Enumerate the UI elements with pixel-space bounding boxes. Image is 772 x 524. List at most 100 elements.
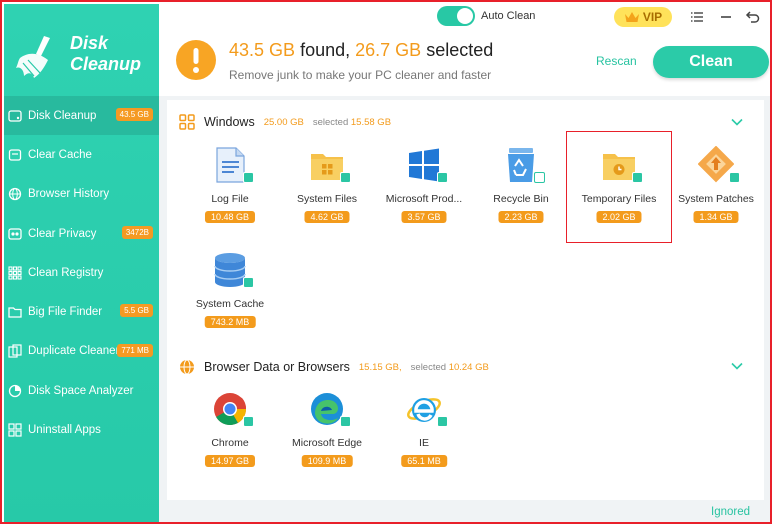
sidebar-item-browser-history[interactable]: Browser History bbox=[4, 175, 159, 214]
globe-section-icon bbox=[180, 359, 194, 375]
found-size: 43.5 GB bbox=[229, 40, 296, 60]
tile-system-files[interactable]: System Files 4.62 GB bbox=[280, 140, 374, 240]
scan-result-headline: 43.5 GB found, 26.7 GB selected bbox=[229, 40, 493, 61]
windows-section-selected: selected 15.58 GB bbox=[313, 117, 391, 128]
tile-name: System Cache bbox=[195, 298, 265, 310]
checkbox-checked[interactable] bbox=[243, 172, 254, 183]
checkbox-checked[interactable] bbox=[437, 172, 448, 183]
sidebar-item-label: Big File Finder bbox=[28, 306, 103, 319]
folder-icon bbox=[8, 307, 22, 318]
app-logo: Disk Cleanup bbox=[14, 30, 154, 82]
crown-icon bbox=[624, 12, 639, 22]
browsers-section-title: Browser Data or Browsers bbox=[204, 360, 350, 374]
tile-microsoft-products[interactable]: Microsoft Prod... 3.57 GB bbox=[377, 140, 471, 240]
sidebar-item-clear-privacy[interactable]: Clear Privacy 3472B bbox=[4, 214, 159, 253]
vip-button[interactable]: VIP bbox=[614, 7, 672, 27]
tile-size-badge: 10.48 GB bbox=[204, 211, 256, 223]
checkbox-unchecked[interactable] bbox=[534, 172, 545, 183]
rescan-link[interactable]: Rescan bbox=[596, 54, 637, 68]
tile-size-badge: 2.02 GB bbox=[596, 211, 642, 223]
auto-clean-toggle[interactable] bbox=[437, 6, 475, 26]
app-title-line1: Disk bbox=[70, 33, 109, 53]
tile-microsoft-edge[interactable]: Microsoft Edge 109.9 MB bbox=[280, 384, 374, 484]
tile-recycle-bin[interactable]: Recycle Bin 2.23 GB bbox=[474, 140, 568, 240]
windows-grid-icon bbox=[179, 114, 195, 130]
back-arrow-icon[interactable] bbox=[745, 9, 761, 25]
tile-name: System Files bbox=[296, 193, 358, 205]
windows-selected-prefix: selected bbox=[312, 116, 349, 128]
grid-icon bbox=[8, 266, 22, 280]
tile-system-cache[interactable]: System Cache 743.2 MB bbox=[183, 245, 277, 345]
chevron-down-icon[interactable] bbox=[729, 358, 745, 374]
checkbox-checked[interactable] bbox=[340, 172, 351, 183]
tile-log-file[interactable]: Log File 10.48 GB bbox=[183, 140, 277, 240]
browsers-section-size: 15.15 GB, bbox=[358, 361, 402, 373]
globe-icon bbox=[8, 188, 22, 201]
sidebar-item-uninstall-apps[interactable]: Uninstall Apps bbox=[4, 410, 159, 449]
tile-ie[interactable]: IE 65.1 MB bbox=[377, 384, 471, 484]
checkbox-checked[interactable] bbox=[729, 172, 740, 183]
sidebar-item-big-file-finder[interactable]: Big File Finder 5.5 GB bbox=[4, 292, 159, 331]
checkbox-checked[interactable] bbox=[243, 277, 254, 288]
tile-size-badge: 4.62 GB bbox=[304, 211, 350, 223]
selected-size: 26.7 GB bbox=[355, 40, 422, 60]
sidebar-item-clear-cache[interactable]: Clear Cache bbox=[4, 135, 159, 174]
warning-icon bbox=[176, 40, 216, 80]
apps-icon bbox=[8, 423, 22, 437]
chevron-down-icon[interactable] bbox=[729, 114, 745, 130]
duplicate-icon bbox=[8, 344, 22, 359]
windows-selected-size: 15.58 GB bbox=[350, 116, 392, 128]
windows-section-title: Windows bbox=[204, 115, 255, 129]
checkbox-checked[interactable] bbox=[243, 416, 254, 427]
tile-size-badge: 743.2 MB bbox=[204, 316, 256, 328]
sidebar-item-label: Duplicate Cleaner bbox=[28, 345, 120, 358]
windows-section-size: 25.00 GB bbox=[263, 116, 304, 128]
tile-chrome[interactable]: Chrome 14.97 GB bbox=[183, 384, 277, 484]
minimize-icon[interactable] bbox=[718, 9, 734, 25]
sidebar-item-label: Uninstall Apps bbox=[28, 424, 101, 437]
tile-size-badge: 3.57 GB bbox=[401, 211, 447, 223]
scan-result-subtitle: Remove junk to make your PC cleaner and … bbox=[229, 68, 492, 82]
selected-label: selected bbox=[426, 40, 494, 60]
windows-section-header[interactable]: Windows 25.00 GB selected 15.58 GB bbox=[179, 112, 391, 132]
vip-label: VIP bbox=[642, 10, 663, 24]
checkbox-checked[interactable] bbox=[340, 416, 351, 427]
sidebar-item-label: Clear Cache bbox=[28, 148, 92, 161]
menu-list-icon[interactable] bbox=[689, 9, 705, 25]
sidebar-item-badge: 3472B bbox=[121, 225, 153, 239]
sidebar-item-badge: 5.5 GB bbox=[120, 304, 153, 318]
tile-name: Temporary Files bbox=[581, 193, 657, 205]
disk-icon bbox=[8, 109, 22, 122]
analyzer-icon bbox=[8, 384, 22, 397]
sidebar-item-disk-space-analyzer[interactable]: Disk Space Analyzer bbox=[4, 371, 159, 410]
tile-system-patches[interactable]: System Patches 1.34 GB bbox=[669, 140, 763, 240]
sidebar-item-duplicate-cleaner[interactable]: Duplicate Cleaner 771 MB bbox=[4, 332, 159, 371]
broom-logo-icon bbox=[16, 36, 50, 78]
sidebar-item-clean-registry[interactable]: Clean Registry bbox=[4, 253, 159, 292]
tile-size-badge: 65.1 MB bbox=[401, 455, 447, 467]
tile-name: Microsoft Edge bbox=[291, 437, 363, 449]
sidebar-item-label: Disk Space Analyzer bbox=[28, 384, 134, 397]
checkbox-checked[interactable] bbox=[632, 172, 643, 183]
sidebar-item-badge: 771 MB bbox=[117, 343, 153, 357]
browsers-section-header[interactable]: Browser Data or Browsers 15.15 GB, selec… bbox=[179, 357, 489, 377]
tile-size-badge: 14.97 GB bbox=[204, 455, 256, 467]
sidebar-item-disk-cleanup[interactable]: Disk Cleanup 43.5 GB bbox=[4, 96, 159, 136]
app-title-line2: Cleanup bbox=[70, 54, 142, 74]
ignored-link[interactable]: Ignored bbox=[711, 506, 750, 518]
tile-size-badge: 1.34 GB bbox=[693, 211, 739, 223]
sidebar-item-badge: 43.5 GB bbox=[115, 108, 153, 121]
found-label: found, bbox=[300, 40, 351, 60]
checkbox-checked[interactable] bbox=[437, 416, 448, 427]
cache-icon bbox=[8, 149, 22, 161]
tile-temporary-files[interactable]: Temporary Files 2.02 GB bbox=[566, 131, 672, 243]
tile-name: Log File bbox=[211, 193, 249, 205]
sidebar-item-label: Disk Cleanup bbox=[28, 109, 97, 122]
tile-name: Chrome bbox=[211, 437, 249, 449]
sidebar-nav: Disk Cleanup 43.5 GB Clear Cache Browser… bbox=[4, 96, 159, 450]
sidebar-item-label: Browser History bbox=[28, 188, 110, 201]
sidebar-item-label: Clear Privacy bbox=[28, 227, 97, 240]
sidebar: Disk Cleanup Disk Cleanup 43.5 GB Clear … bbox=[4, 4, 159, 522]
tile-size-badge: 2.23 GB bbox=[498, 211, 544, 223]
clean-button[interactable]: Clean bbox=[653, 46, 769, 78]
